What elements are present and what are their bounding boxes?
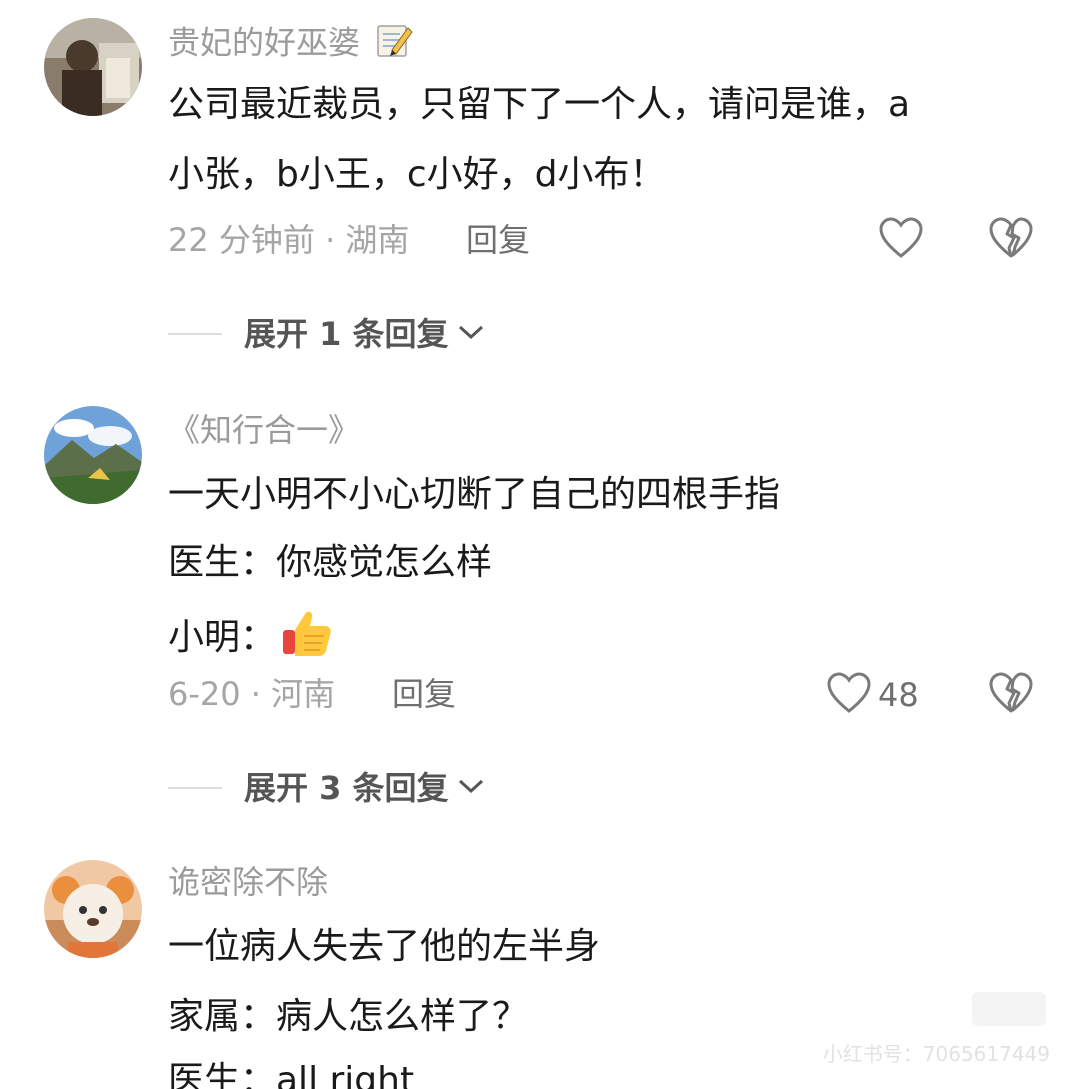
- divider: [168, 333, 222, 335]
- comment-meta: 6-20 · 河南: [168, 675, 336, 713]
- avatar[interactable]: [44, 18, 142, 116]
- expand-replies-label: 展开 1 条回复: [244, 315, 449, 353]
- comment-list: 贵妃的好巫婆 公司最近裁员，只留下了一个人，请问是谁，a 小张，b小王，c小好，…: [0, 0, 1080, 1089]
- like-count: 48: [878, 676, 919, 714]
- reply-button[interactable]: 回复: [392, 674, 456, 714]
- heart-outline-icon: [826, 671, 872, 719]
- comment-text-line: 医生：all right: [168, 1060, 415, 1089]
- comment-text-line: 医生：你感觉怎么样: [168, 542, 493, 583]
- reply-button[interactable]: 回复: [466, 220, 530, 260]
- comment-text-line: 小张，b小王，c小好，d小布！: [168, 154, 666, 195]
- username[interactable]: 诡密除不除: [168, 862, 328, 902]
- watermark: 小红书号：7065617449: [822, 1042, 1050, 1066]
- username[interactable]: 贵妃的好巫婆: [168, 20, 414, 69]
- heart-outline-icon: [878, 216, 924, 264]
- broken-heart-icon: [988, 672, 1034, 719]
- comment-meta: 22 分钟前 · 湖南: [168, 221, 410, 259]
- broken-heart-icon: [988, 217, 1034, 264]
- expand-replies-button[interactable]: 展开 1 条回复: [168, 314, 485, 354]
- watermark-logo: [972, 992, 1046, 1026]
- dislike-button[interactable]: [988, 216, 1034, 264]
- chevron-down-icon: [457, 322, 485, 346]
- expand-replies-label: 展开 3 条回复: [244, 769, 449, 807]
- comment-text-line: 家属：病人怎么样了？: [168, 996, 529, 1037]
- like-button[interactable]: [878, 216, 930, 264]
- comment-text-line: 一位病人失去了他的左半身: [168, 926, 601, 967]
- comment-text-line: 小明：: [168, 606, 334, 672]
- dislike-button[interactable]: [988, 671, 1034, 719]
- username[interactable]: 《知行合一》: [168, 410, 360, 450]
- divider: [168, 787, 222, 789]
- thumbs-up-emoji-icon: [280, 606, 334, 672]
- avatar[interactable]: [44, 860, 142, 958]
- like-button[interactable]: 48: [826, 671, 919, 719]
- comment-text-line: 公司最近裁员，只留下了一个人，请问是谁，a: [168, 84, 911, 125]
- memo-pencil-icon: [374, 20, 414, 69]
- chevron-down-icon: [457, 776, 485, 800]
- comment-text-line: 一天小明不小心切断了自己的四根手指: [168, 474, 781, 515]
- expand-replies-button[interactable]: 展开 3 条回复: [168, 768, 485, 808]
- avatar[interactable]: [44, 406, 142, 504]
